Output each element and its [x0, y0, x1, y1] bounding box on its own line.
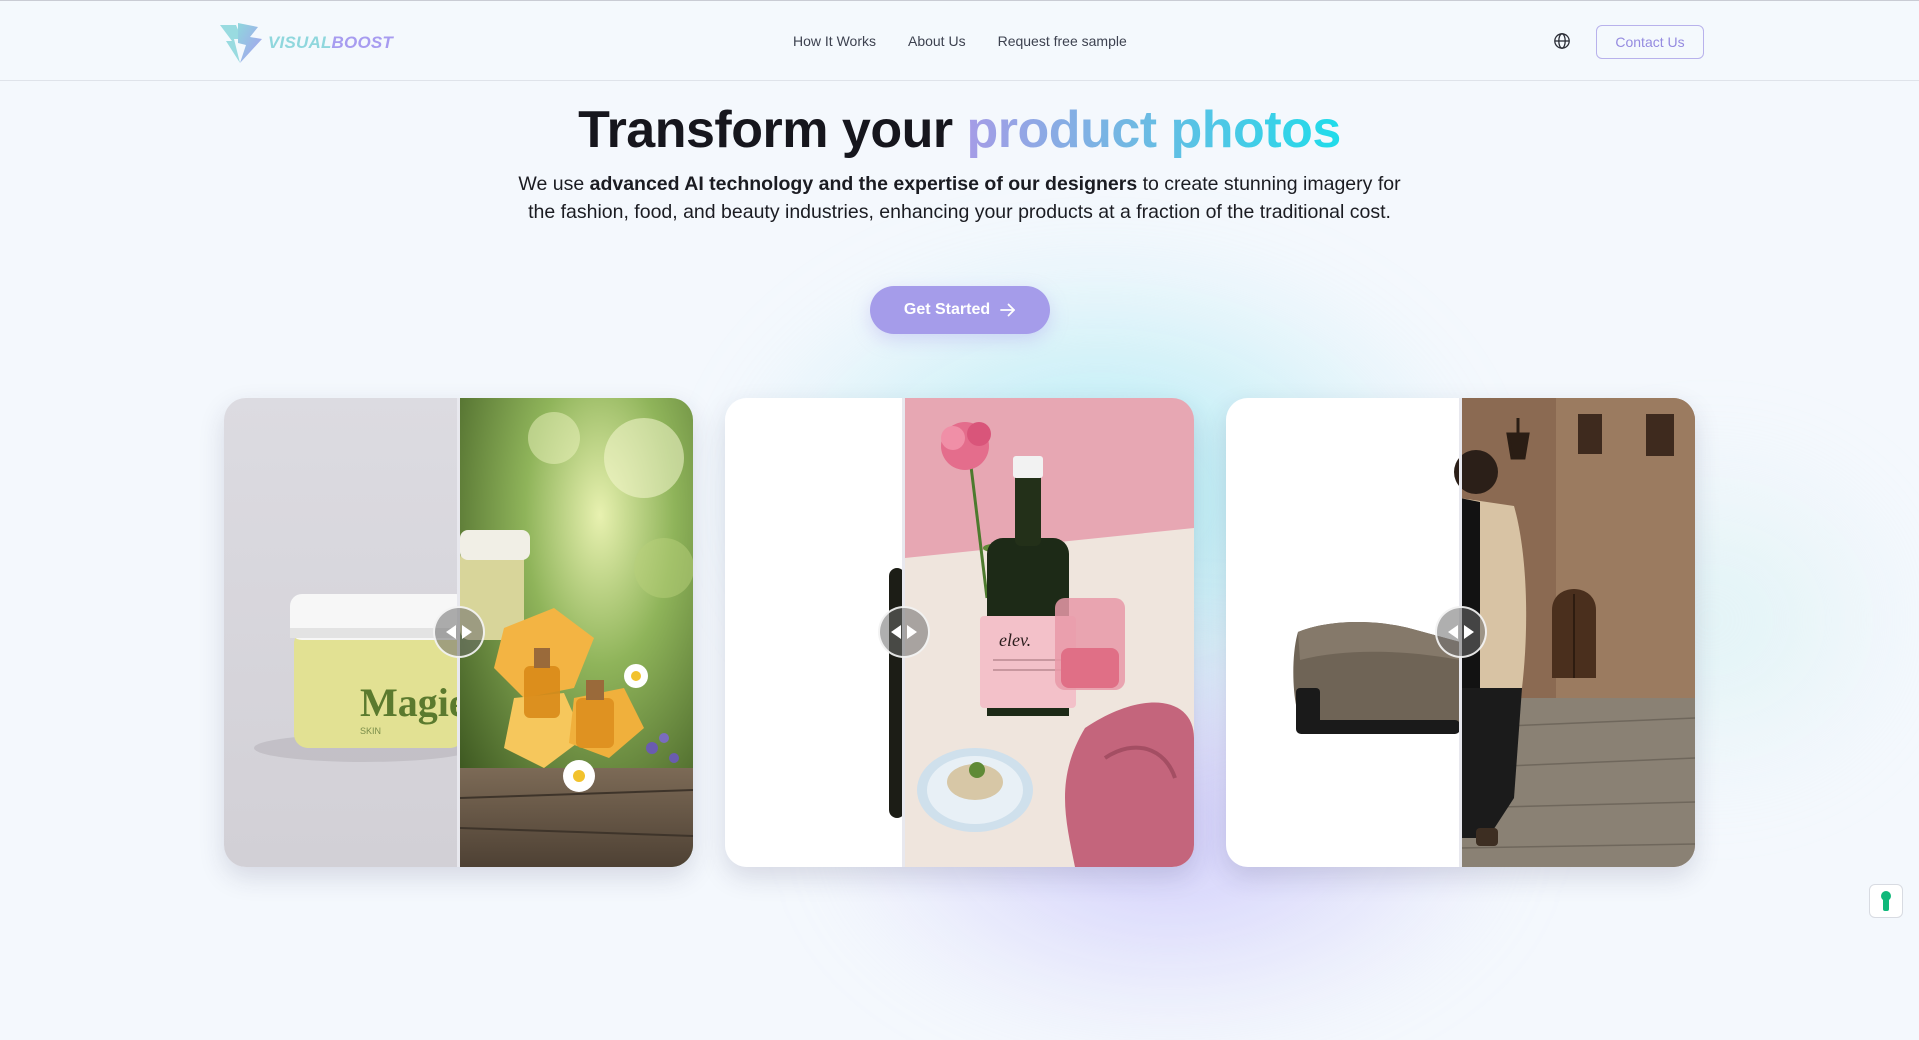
drag-left-right-icon[interactable] [878, 606, 930, 658]
main-navigation: How It Works About Us Request free sampl… [793, 33, 1127, 49]
get-started-button[interactable]: Get Started [870, 286, 1050, 334]
jar-label: Magie [360, 680, 467, 725]
lightning-bolt-icon [220, 23, 262, 63]
before-after-card-olive-oil[interactable]: elev. [725, 398, 1194, 867]
olive-oil-comparison-image: elev. [725, 398, 1194, 867]
hero-subtitle: We use advanced AI technology and the ex… [510, 170, 1409, 226]
logo-link[interactable]: VISUALBOOST [218, 21, 393, 65]
before-after-card-shoe[interactable] [1226, 398, 1695, 867]
nav-link-request-free-sample[interactable]: Request free sample [998, 33, 1127, 49]
top-navigation-bar: VISUALBOOST How It Works About Us Reques… [0, 0, 1919, 81]
accessibility-widget-button[interactable] [1869, 884, 1903, 918]
contact-us-button[interactable]: Contact Us [1596, 25, 1704, 59]
globe-icon[interactable] [1553, 32, 1571, 50]
hero-subtitle-intro: We use [518, 173, 590, 195]
nav-link-about-us[interactable]: About Us [908, 33, 966, 49]
accessibility-keyhole-icon [1881, 891, 1891, 911]
bottle-label: elev. [999, 630, 1031, 650]
drag-left-right-icon[interactable] [433, 606, 485, 658]
hero-title-highlight: product photos [966, 101, 1342, 159]
nav-link-how-it-works[interactable]: How It Works [793, 33, 876, 49]
drag-left-right-icon[interactable] [1435, 606, 1487, 658]
hero-subtitle-emphasis: advanced AI technology and the expertise… [589, 173, 1138, 195]
hero-title-plain: Transform your [578, 101, 967, 159]
brand-name: VISUALBOOST [268, 33, 393, 52]
before-after-card-skincare[interactable]: Magie SKIN [224, 398, 693, 867]
arrow-right-icon [1000, 303, 1016, 317]
jar-sublabel: SKIN [360, 726, 381, 736]
hero-title: Transform your product photos [0, 100, 1919, 160]
get-started-label: Get Started [903, 301, 991, 318]
